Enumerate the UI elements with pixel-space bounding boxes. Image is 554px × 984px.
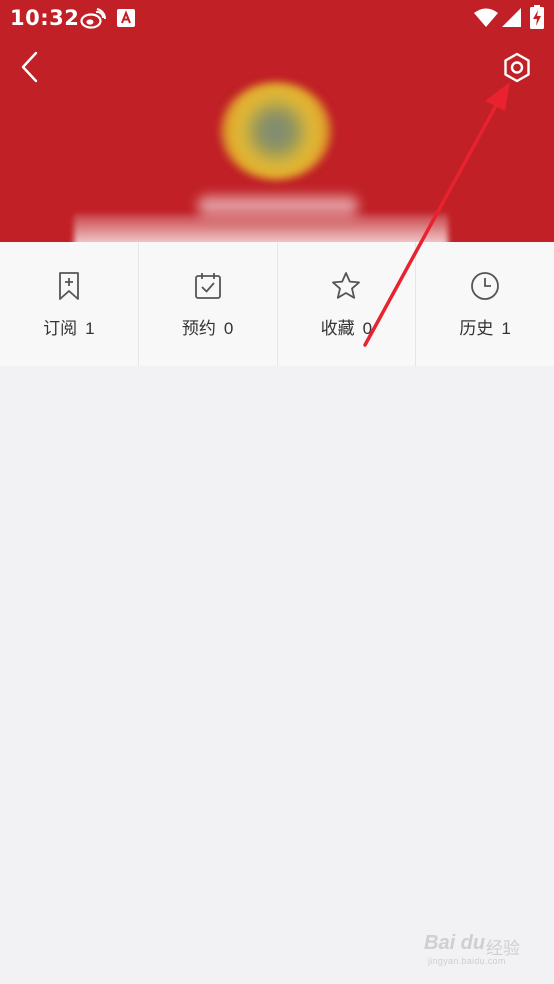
settings-button[interactable] bbox=[498, 49, 536, 87]
tab-favorites[interactable]: 收藏 0 bbox=[276, 242, 416, 366]
tab-count: 1 bbox=[501, 319, 511, 338]
status-bar: 10:32 bbox=[0, 0, 554, 38]
tab-label: 历史 bbox=[459, 319, 494, 338]
battery-icon bbox=[530, 5, 544, 29]
signal-icon bbox=[502, 8, 521, 27]
chevron-left-icon bbox=[21, 51, 38, 83]
clock-icon bbox=[471, 272, 500, 300]
tab-label: 预约 bbox=[181, 319, 216, 338]
profile-tabs: 订阅 1 预约 0 收藏 0 历史 1 bbox=[0, 242, 554, 366]
tab-subscribe[interactable]: 订阅 1 bbox=[0, 242, 138, 366]
bookmark-add-icon bbox=[58, 272, 79, 300]
avatar[interactable] bbox=[220, 82, 332, 180]
app-notification-icon bbox=[117, 9, 135, 27]
tab-count: 0 bbox=[223, 319, 234, 338]
wifi-icon bbox=[474, 8, 498, 27]
tab-count: 1 bbox=[85, 319, 95, 338]
watermark: Bai du 经验 jingyan.baidu.com bbox=[424, 930, 534, 970]
gear-icon bbox=[504, 52, 530, 83]
star-icon bbox=[332, 272, 361, 299]
tab-reservation[interactable]: 预约 0 bbox=[137, 242, 277, 366]
username-redacted bbox=[198, 196, 358, 216]
watermark-brand: Bai du bbox=[424, 932, 486, 954]
calendar-check-icon bbox=[194, 273, 221, 299]
profile-header: 10:32 bbox=[0, 0, 554, 242]
status-time: 10:32 bbox=[10, 6, 80, 30]
back-button[interactable] bbox=[14, 50, 48, 84]
weibo-icon bbox=[80, 8, 106, 29]
watermark-url: jingyan.baidu.com bbox=[428, 956, 506, 966]
tab-label: 订阅 bbox=[43, 319, 78, 338]
tab-label: 收藏 bbox=[320, 319, 355, 338]
tab-history[interactable]: 历史 1 bbox=[415, 242, 554, 366]
tab-count: 0 bbox=[362, 319, 373, 338]
